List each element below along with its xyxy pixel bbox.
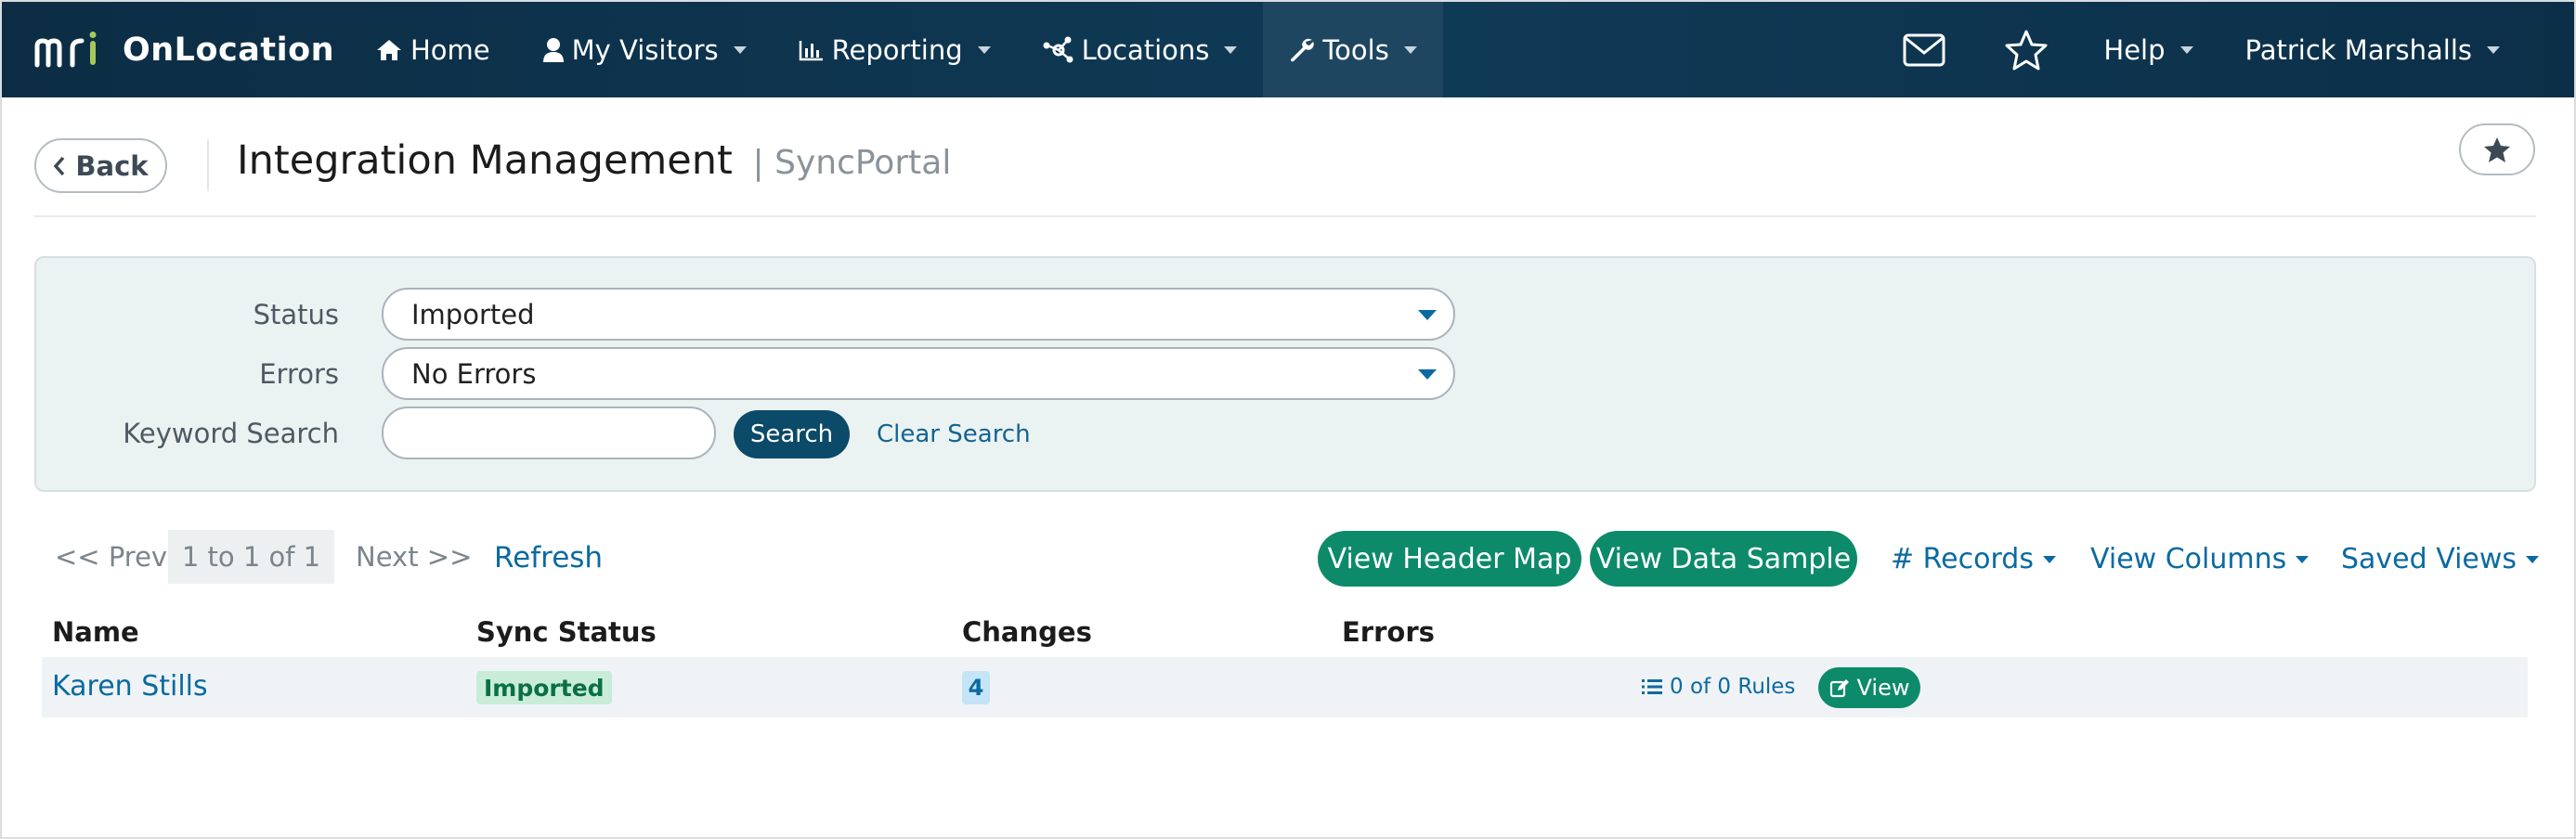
brand-name: OnLocation — [123, 31, 335, 69]
home-icon — [377, 39, 401, 60]
top-navbar: OnLocation Home My Visitors Reporting Lo… — [2, 2, 2574, 97]
view-header-map-button[interactable]: View Header Map — [1318, 531, 1581, 587]
nav-user-menu[interactable]: Patrick Marshalls — [2219, 2, 2574, 97]
view-record-label: View — [1856, 675, 1910, 701]
pager-next[interactable]: Next >> — [356, 541, 472, 573]
column-header-sync-status[interactable]: Sync Status — [476, 616, 657, 648]
table-row — [42, 657, 2528, 717]
chevron-down-icon — [2296, 555, 2309, 563]
chevron-down-icon — [2526, 555, 2540, 563]
view-columns-label: View Columns — [2090, 543, 2287, 575]
chevron-down-icon — [2179, 45, 2193, 54]
errors-label: Errors — [259, 358, 339, 390]
pager-range: 1 to 1 of 1 — [168, 530, 334, 584]
star-outline-icon — [2005, 30, 2048, 70]
nav-tools-label: Tools — [1322, 33, 1389, 66]
mri-logo — [34, 31, 97, 67]
errors-select-value: No Errors — [411, 357, 537, 390]
chevron-down-icon — [977, 45, 991, 54]
changes-count-badge[interactable]: 4 — [962, 671, 990, 704]
keyword-search-input[interactable] — [382, 407, 716, 459]
records-label: # Records — [1891, 543, 2034, 575]
saved-views-label: Saved Views — [2341, 543, 2517, 575]
filter-panel: Status Imported Errors No Errors Keyword… — [34, 256, 2536, 492]
network-icon — [1043, 36, 1073, 62]
back-button[interactable]: Back — [34, 138, 167, 193]
nav-my-visitors-label: My Visitors — [571, 33, 719, 66]
bar-chart-icon — [799, 40, 823, 60]
status-select-value: Imported — [411, 298, 535, 330]
sync-status-badge: Imported — [476, 671, 612, 704]
nav-reporting-label: Reporting — [831, 33, 963, 66]
saved-views-dropdown[interactable]: Saved Views — [2341, 543, 2540, 575]
list-icon — [1642, 679, 1662, 694]
page-title-text: Integration Management — [237, 137, 733, 184]
record-name-link[interactable]: Karen Stills — [52, 670, 208, 703]
refresh-link[interactable]: Refresh — [494, 541, 603, 574]
nav-locations[interactable]: Locations — [1017, 2, 1264, 97]
page-title: Integration Management | SyncPortal — [237, 137, 951, 184]
nav-favorites[interactable] — [1975, 2, 2077, 97]
user-icon — [542, 37, 564, 62]
edit-icon — [1829, 679, 1849, 698]
nav-my-visitors[interactable]: My Visitors — [516, 2, 773, 97]
star-icon — [2484, 136, 2510, 162]
nav-tools[interactable]: Tools — [1263, 2, 1443, 97]
view-columns-dropdown[interactable]: View Columns — [2090, 543, 2309, 575]
pager-prev[interactable]: << Prev — [55, 541, 167, 573]
column-header-changes[interactable]: Changes — [962, 616, 1092, 648]
user-name: Patrick Marshalls — [2244, 33, 2472, 66]
wrench-icon — [1291, 38, 1315, 61]
back-label: Back — [75, 149, 149, 182]
nav-home-label: Home — [410, 33, 490, 66]
status-label: Status — [253, 299, 339, 330]
envelope-icon — [1903, 33, 1945, 66]
status-select[interactable]: Imported — [382, 288, 1455, 341]
dropdown-arrow-icon — [1418, 310, 1437, 320]
nav-reporting[interactable]: Reporting — [773, 2, 1017, 97]
records-dropdown[interactable]: # Records — [1891, 543, 2056, 575]
errors-select[interactable]: No Errors — [382, 347, 1455, 400]
chevron-down-icon — [733, 45, 747, 54]
view-data-sample-button[interactable]: View Data Sample — [1590, 531, 1857, 587]
chevron-left-icon — [54, 156, 65, 175]
search-button[interactable]: Search — [734, 410, 850, 458]
page-subtitle: | SyncPortal — [752, 144, 952, 182]
rules-label: 0 of 0 Rules — [1670, 675, 1796, 699]
nav-help-label: Help — [2103, 33, 2166, 66]
view-record-button[interactable]: View — [1818, 667, 1920, 708]
header-divider — [207, 139, 209, 191]
chevron-down-icon — [1224, 45, 1238, 54]
column-header-name[interactable]: Name — [52, 616, 139, 648]
nav-help[interactable]: Help — [2077, 2, 2218, 97]
chevron-down-icon — [2042, 555, 2056, 563]
nav-messages[interactable] — [1873, 2, 1975, 97]
chevron-down-icon — [2487, 45, 2500, 54]
nav-home[interactable]: Home — [349, 2, 516, 97]
clear-search-link[interactable]: Clear Search — [877, 420, 1031, 448]
header-separator — [34, 215, 2536, 217]
brand[interactable]: OnLocation — [33, 31, 349, 69]
column-header-errors[interactable]: Errors — [1342, 616, 1435, 648]
favorite-button[interactable] — [2459, 123, 2535, 175]
rules-link[interactable]: 0 of 0 Rules — [1642, 675, 1795, 699]
dropdown-arrow-icon — [1418, 369, 1437, 380]
keyword-search-label: Keyword Search — [123, 418, 339, 449]
nav-locations-label: Locations — [1081, 33, 1210, 66]
chevron-down-icon — [1403, 45, 1417, 54]
